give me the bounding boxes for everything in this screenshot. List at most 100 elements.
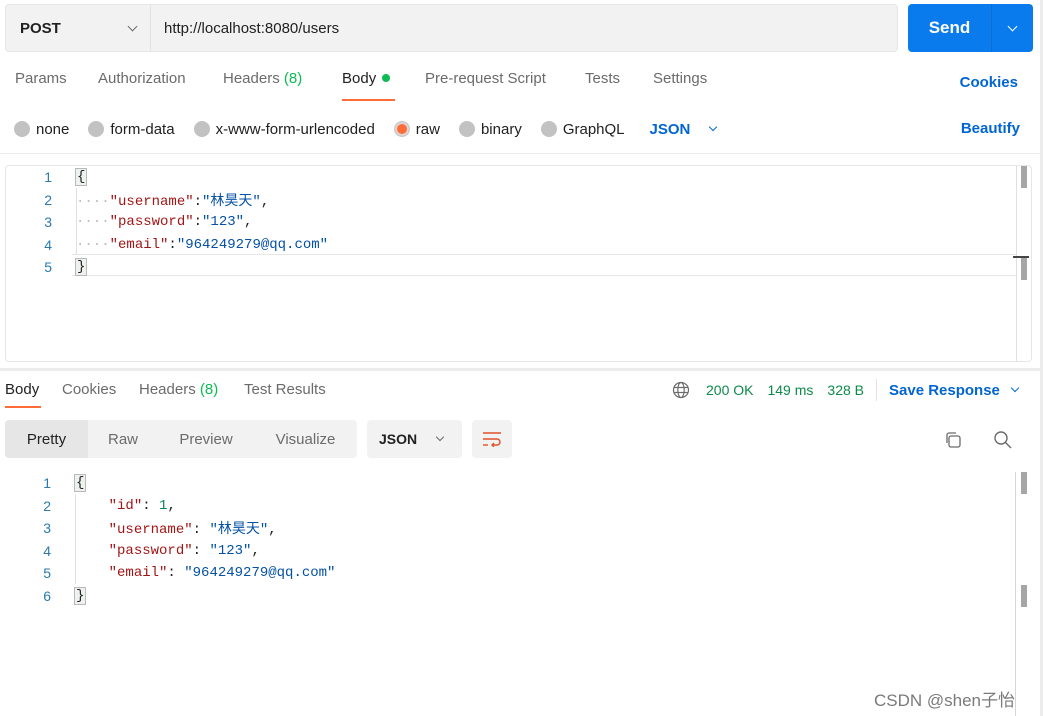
beautify-button[interactable]: Beautify	[961, 120, 1020, 137]
tab-label: Pre-request Script	[425, 70, 546, 87]
radio-none[interactable]: none	[14, 121, 69, 138]
request-url-bar: POST Send	[5, 4, 1033, 52]
json-brace: {	[74, 168, 88, 186]
response-time[interactable]: 149 ms	[767, 382, 813, 398]
json-key: "id"	[108, 497, 143, 514]
send-options-button[interactable]	[992, 4, 1033, 52]
code-text: "username": "林昊天",	[75, 518, 277, 538]
watermark: CSDN @shen子怡	[874, 691, 1016, 710]
code-line: 1{	[6, 166, 1031, 188]
code-text: "email": "964249279@qq.com"	[75, 565, 336, 581]
line-number: 1	[44, 169, 52, 185]
json-punct: :	[168, 236, 177, 253]
method-select[interactable]: POST	[6, 5, 151, 51]
radio-circle	[540, 121, 557, 137]
json-brace: }	[73, 586, 87, 605]
tab-settings[interactable]: Settings	[653, 70, 707, 87]
radio-circle-checked	[393, 121, 410, 137]
response-size[interactable]: 328 B	[827, 382, 864, 398]
line-number: 3	[44, 214, 52, 230]
json-punct	[75, 498, 109, 514]
json-punct: ····	[76, 236, 110, 253]
tab-headers[interactable]: Headers (8)	[223, 70, 302, 87]
viewer-scrollbar-track[interactable]	[1015, 472, 1016, 716]
status-code[interactable]: 200 OK	[706, 382, 753, 398]
cookies-link[interactable]: Cookies	[960, 74, 1018, 91]
tab-pre-request-script[interactable]: Pre-request Script	[425, 70, 546, 87]
tab-authorization[interactable]: Authorization	[98, 70, 186, 87]
json-key: "password"	[108, 542, 193, 559]
radio-circle	[88, 121, 105, 137]
view-preview[interactable]: Preview	[158, 420, 254, 458]
response-tab-test-results[interactable]: Test Results	[244, 381, 326, 398]
tab-body[interactable]: Body	[342, 70, 391, 87]
response-tab-headers[interactable]: Headers (8)	[139, 381, 218, 398]
radio-raw[interactable]: raw	[393, 121, 440, 138]
line-number: 6	[43, 587, 51, 604]
send-button-group: Send	[908, 4, 1033, 52]
radio-form-data[interactable]: form-data	[88, 120, 175, 138]
headers-count: (8)	[283, 70, 303, 87]
code-text: "password": "123",	[75, 543, 260, 559]
pane-splitter[interactable]	[0, 368, 1040, 371]
code-line: 2 ····"username":"林昊天",	[6, 189, 1031, 211]
radio-label: form-data	[110, 120, 175, 138]
save-response-label: Save Response	[889, 381, 1000, 399]
search-icon[interactable]	[993, 430, 1013, 450]
json-punct: :	[193, 214, 203, 230]
copy-icon[interactable]	[943, 430, 963, 450]
json-key: "username"	[108, 522, 193, 538]
view-visualize[interactable]: Visualize	[254, 420, 357, 458]
radio-binary[interactable]: binary	[458, 121, 522, 138]
json-string: "林昊天"	[209, 522, 269, 538]
line-number: 2	[44, 191, 52, 208]
json-punct: ····	[76, 193, 110, 210]
radio-graphql[interactable]: GraphQL	[540, 121, 625, 138]
response-tab-body[interactable]: Body	[5, 381, 39, 398]
json-punct	[75, 543, 109, 559]
tab-label: Tests	[585, 70, 621, 87]
response-view-tabs: Pretty Raw Preview Visualize	[5, 420, 357, 458]
response-tab-cookies[interactable]: Cookies	[62, 381, 116, 398]
chevron-down-icon	[435, 432, 445, 442]
json-punct: ,	[268, 522, 277, 538]
active-tab-underline	[342, 99, 395, 101]
url-box: POST	[5, 4, 898, 52]
json-punct: :	[167, 565, 185, 581]
json-brace: {	[73, 474, 87, 492]
radio-label: none	[36, 120, 70, 138]
tab-label: Headers	[139, 381, 196, 398]
code-text: }	[73, 586, 87, 605]
code-line: 4 "password": "123",	[5, 540, 1037, 562]
tab-params[interactable]: Params	[15, 70, 67, 87]
divider	[0, 153, 1040, 154]
tab-label: Headers	[223, 70, 280, 87]
view-raw[interactable]: Raw	[88, 420, 158, 458]
send-button[interactable]: Send	[908, 4, 992, 52]
globe-icon[interactable]	[672, 381, 690, 399]
editor-scrollbar-track[interactable]	[1016, 166, 1017, 361]
response-format-select[interactable]: JSON	[367, 420, 462, 458]
json-punct: :	[193, 193, 203, 210]
line-number: 3	[43, 520, 51, 536]
tab-tests[interactable]: Tests	[585, 70, 620, 87]
viewer-scrollbar-thumb[interactable]	[1021, 472, 1027, 494]
format-label: JSON	[649, 120, 691, 138]
divider	[876, 379, 877, 401]
line-number: 2	[43, 497, 51, 514]
wrap-lines-button[interactable]	[472, 420, 512, 458]
json-punct: :	[192, 542, 210, 559]
code-text: {	[74, 168, 88, 186]
json-punct: ,	[260, 193, 270, 210]
response-body-viewer[interactable]: 1{2 "id": 1, 3 "username": "林昊天", 4 "passw…	[5, 472, 1037, 716]
save-response-button[interactable]: Save Response	[889, 381, 1020, 399]
url-input[interactable]	[151, 5, 897, 51]
request-body-editor[interactable]: 1{2 ····"username":"林昊天", 3 ····"password":…	[5, 165, 1032, 362]
code-line: 1{	[5, 472, 1037, 494]
editor-scrollbar-thumb[interactable]	[1021, 166, 1027, 188]
tab-label: Authorization	[98, 70, 186, 87]
radio-x-www-form-urlencoded[interactable]: x-www-form-urlencoded	[193, 121, 375, 138]
json-string: "964249279@qq.com"	[176, 236, 329, 253]
view-pretty[interactable]: Pretty	[5, 420, 88, 458]
body-format-select[interactable]: JSON	[649, 120, 718, 138]
